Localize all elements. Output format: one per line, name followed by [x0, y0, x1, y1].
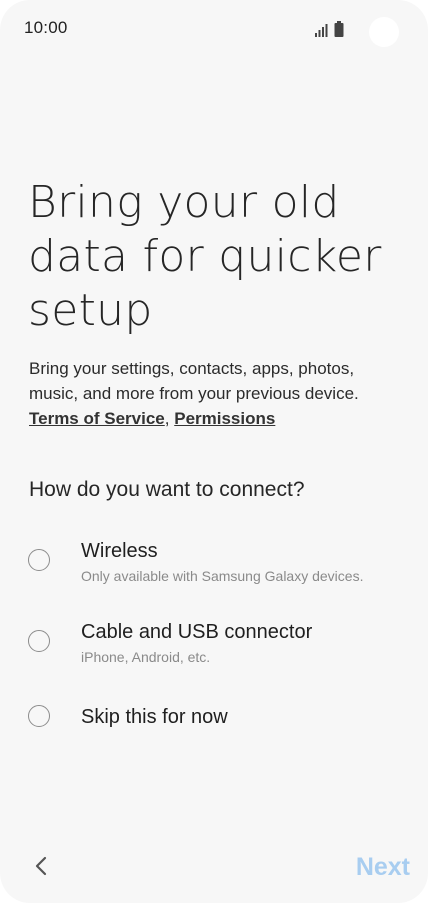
option-title: Skip this for now [81, 706, 228, 728]
option-wireless[interactable]: Wireless Only available with Samsung Gal… [20, 536, 410, 592]
cable-usb-radio[interactable] [28, 630, 50, 652]
option-subtitle: iPhone, Android, etc. [81, 649, 211, 665]
next-button[interactable]: Next [330, 852, 410, 882]
option-skip[interactable]: Skip this for now [20, 700, 410, 736]
page-title: Bring your old data for quicker setup [28, 177, 382, 336]
status-time: 10:00 [24, 18, 68, 37]
signal-icon [315, 24, 328, 37]
connect-question: How do you want to connect? [29, 478, 305, 501]
description-text: Bring your settings, contacts, apps, pho… [29, 359, 359, 403]
wireless-radio[interactable] [28, 549, 50, 571]
front-camera [369, 17, 399, 47]
description: Bring your settings, contacts, apps, pho… [29, 356, 404, 431]
option-title: Wireless [81, 540, 158, 562]
terms-of-service-link[interactable]: Terms of Service [29, 409, 165, 428]
link-separator: , [164, 409, 170, 428]
status-icons [314, 19, 344, 37]
status-bar: 10:00 [0, 0, 428, 56]
battery-icon [334, 21, 344, 37]
legal-links: Terms of Service, Permissions [29, 406, 404, 431]
permissions-link[interactable]: Permissions [174, 409, 275, 428]
option-title: Cable and USB connector [81, 621, 313, 643]
setup-screen: 10:00 Bring your old data for quicker se… [0, 0, 428, 903]
option-cable-usb[interactable]: Cable and USB connector iPhone, Android,… [20, 617, 410, 673]
skip-radio[interactable] [28, 705, 50, 727]
option-subtitle: Only available with Samsung Galaxy devic… [81, 568, 364, 584]
back-button[interactable] [28, 850, 56, 882]
chevron-left-icon [35, 856, 47, 876]
